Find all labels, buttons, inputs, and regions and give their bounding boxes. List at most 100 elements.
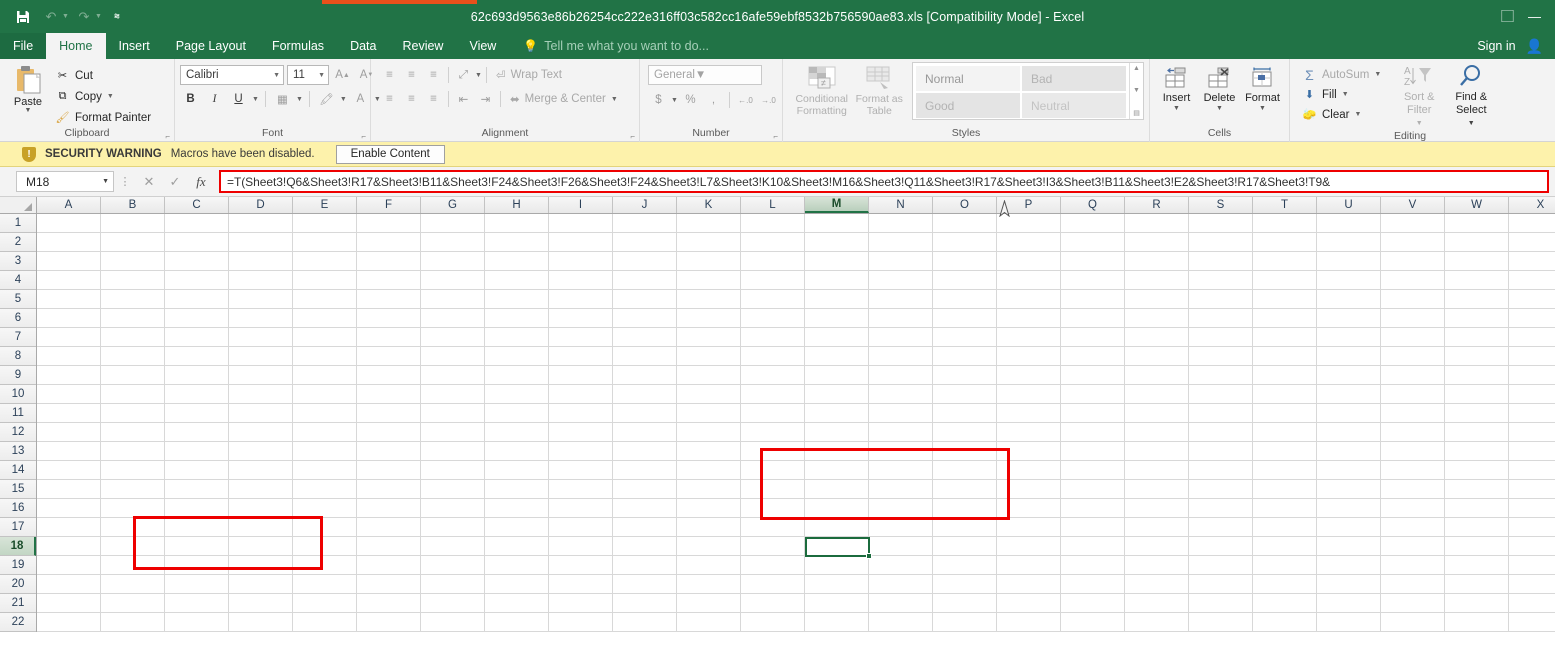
cell-P8[interactable] xyxy=(997,347,1061,366)
cell-P11[interactable] xyxy=(997,404,1061,423)
cell-Q1[interactable] xyxy=(1061,214,1125,233)
cell-L13[interactable] xyxy=(741,442,805,461)
cell-E17[interactable] xyxy=(293,518,357,537)
cell-M12[interactable] xyxy=(805,423,869,442)
styles-scroll-down-icon[interactable]: ▼ xyxy=(1133,87,1140,94)
number-dialog-launcher-icon[interactable]: ⌐ xyxy=(773,132,778,141)
style-good[interactable]: Good xyxy=(916,93,1020,118)
decrease-indent-icon[interactable]: ⇤ xyxy=(453,89,474,109)
cell-N7[interactable] xyxy=(869,328,933,347)
cell-P16[interactable] xyxy=(997,499,1061,518)
cell-V8[interactable] xyxy=(1381,347,1445,366)
cell-O14[interactable] xyxy=(933,461,997,480)
row-header-6[interactable]: 6 xyxy=(0,309,36,328)
cell-E9[interactable] xyxy=(293,366,357,385)
cell-F7[interactable] xyxy=(357,328,421,347)
cell-T14[interactable] xyxy=(1253,461,1317,480)
column-header-L[interactable]: L xyxy=(741,197,805,213)
cell-K15[interactable] xyxy=(677,480,741,499)
cell-X22[interactable] xyxy=(1509,613,1555,632)
cell-U7[interactable] xyxy=(1317,328,1381,347)
cell-C20[interactable] xyxy=(165,575,229,594)
cell-G13[interactable] xyxy=(421,442,485,461)
cell-S9[interactable] xyxy=(1189,366,1253,385)
column-header-R[interactable]: R xyxy=(1125,197,1189,213)
cell-H2[interactable] xyxy=(485,233,549,252)
cell-G3[interactable] xyxy=(421,252,485,271)
tab-file[interactable]: File xyxy=(0,33,46,59)
cell-H6[interactable] xyxy=(485,309,549,328)
delete-cells-dropdown-icon[interactable]: ▼ xyxy=(1216,105,1223,112)
cell-W4[interactable] xyxy=(1445,271,1509,290)
cell-M16[interactable] xyxy=(805,499,869,518)
cell-X9[interactable] xyxy=(1509,366,1555,385)
clipboard-dialog-launcher-icon[interactable]: ⌐ xyxy=(165,132,170,141)
cell-J13[interactable] xyxy=(613,442,677,461)
cell-R9[interactable] xyxy=(1125,366,1189,385)
cell-U1[interactable] xyxy=(1317,214,1381,233)
tell-me-box[interactable]: 💡 Tell me what you want to do... xyxy=(509,33,709,59)
cell-C3[interactable] xyxy=(165,252,229,271)
cell-C21[interactable] xyxy=(165,594,229,613)
cell-O15[interactable] xyxy=(933,480,997,499)
cell-K5[interactable] xyxy=(677,290,741,309)
cell-O20[interactable] xyxy=(933,575,997,594)
accounting-dropdown-icon[interactable]: ▼ xyxy=(671,97,678,104)
cell-D5[interactable] xyxy=(229,290,293,309)
cell-P7[interactable] xyxy=(997,328,1061,347)
format-cells-button[interactable]: Format ▼ xyxy=(1241,62,1284,112)
cell-H15[interactable] xyxy=(485,480,549,499)
cell-K4[interactable] xyxy=(677,271,741,290)
cell-H3[interactable] xyxy=(485,252,549,271)
cell-Q3[interactable] xyxy=(1061,252,1125,271)
cell-J19[interactable] xyxy=(613,556,677,575)
cell-O2[interactable] xyxy=(933,233,997,252)
cell-W12[interactable] xyxy=(1445,423,1509,442)
cell-S4[interactable] xyxy=(1189,271,1253,290)
cell-I5[interactable] xyxy=(549,290,613,309)
orientation-dropdown-icon[interactable]: ▼ xyxy=(475,72,482,79)
cell-F6[interactable] xyxy=(357,309,421,328)
cell-G15[interactable] xyxy=(421,480,485,499)
cell-U15[interactable] xyxy=(1317,480,1381,499)
cell-K9[interactable] xyxy=(677,366,741,385)
cell-S1[interactable] xyxy=(1189,214,1253,233)
cell-A11[interactable] xyxy=(37,404,101,423)
cell-B4[interactable] xyxy=(101,271,165,290)
cell-W19[interactable] xyxy=(1445,556,1509,575)
cell-U9[interactable] xyxy=(1317,366,1381,385)
cell-G11[interactable] xyxy=(421,404,485,423)
cell-Q16[interactable] xyxy=(1061,499,1125,518)
enter-check-icon[interactable]: ✓ xyxy=(162,171,188,193)
cell-V17[interactable] xyxy=(1381,518,1445,537)
cell-V22[interactable] xyxy=(1381,613,1445,632)
cell-G14[interactable] xyxy=(421,461,485,480)
cell-P3[interactable] xyxy=(997,252,1061,271)
cell-N18[interactable] xyxy=(869,537,933,556)
cell-P4[interactable] xyxy=(997,271,1061,290)
cell-V9[interactable] xyxy=(1381,366,1445,385)
style-bad[interactable]: Bad xyxy=(1022,66,1126,91)
cell-I21[interactable] xyxy=(549,594,613,613)
cell-R20[interactable] xyxy=(1125,575,1189,594)
cell-V13[interactable] xyxy=(1381,442,1445,461)
cell-F3[interactable] xyxy=(357,252,421,271)
style-normal[interactable]: Normal xyxy=(916,66,1020,91)
cell-J15[interactable] xyxy=(613,480,677,499)
cell-A2[interactable] xyxy=(37,233,101,252)
cell-W2[interactable] xyxy=(1445,233,1509,252)
formula-input[interactable]: =T(Sheet3!Q6&Sheet3!R17&Sheet3!B11&Sheet… xyxy=(219,170,1549,193)
align-top-icon[interactable]: ≡ xyxy=(379,65,400,85)
cell-B22[interactable] xyxy=(101,613,165,632)
cell-R3[interactable] xyxy=(1125,252,1189,271)
increase-decimal-icon[interactable]: ←.0 xyxy=(735,90,756,110)
column-header-B[interactable]: B xyxy=(101,197,165,213)
cell-L2[interactable] xyxy=(741,233,805,252)
accounting-format-icon[interactable]: $ xyxy=(648,90,669,110)
cell-M4[interactable] xyxy=(805,271,869,290)
cell-X7[interactable] xyxy=(1509,328,1555,347)
cell-U16[interactable] xyxy=(1317,499,1381,518)
cell-H11[interactable] xyxy=(485,404,549,423)
cell-W21[interactable] xyxy=(1445,594,1509,613)
cell-O10[interactable] xyxy=(933,385,997,404)
